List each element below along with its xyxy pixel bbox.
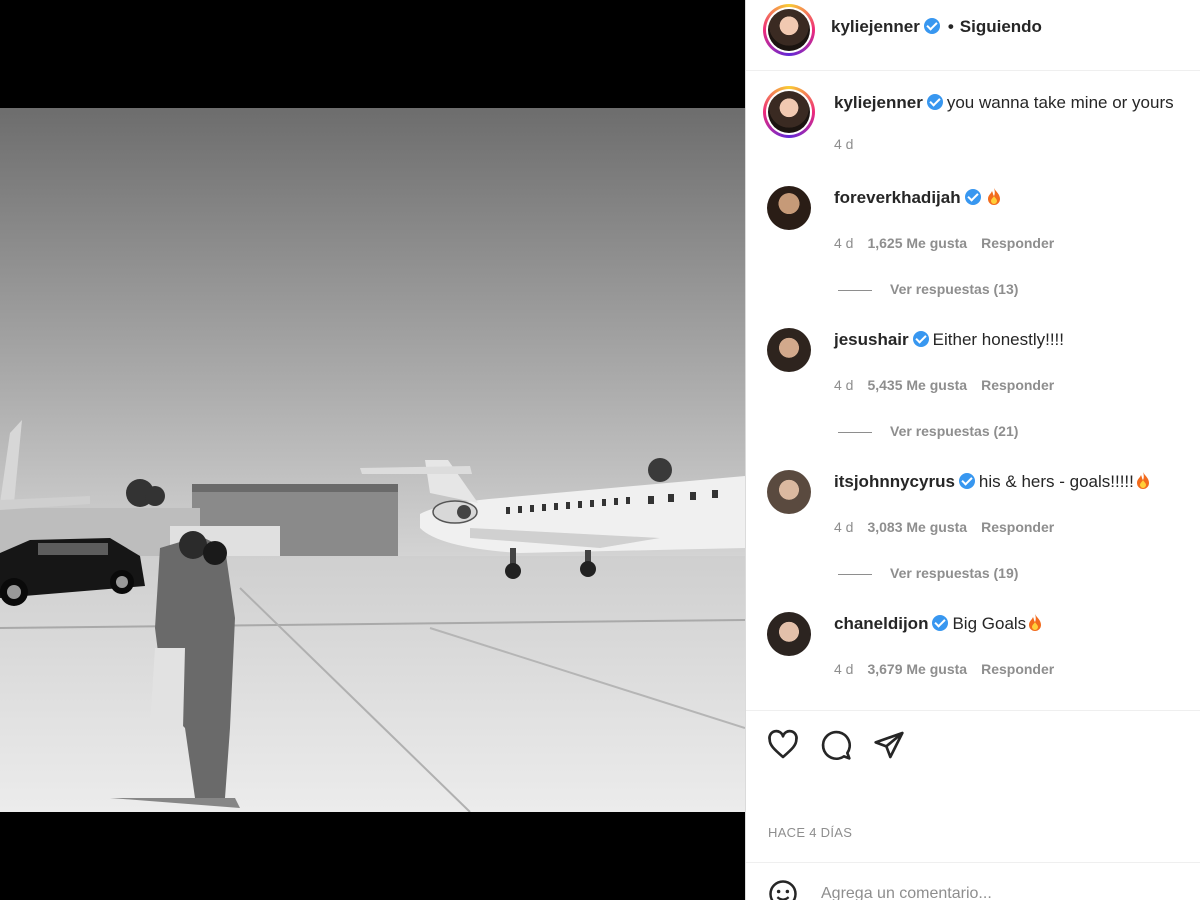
reply-button[interactable]: Responder bbox=[981, 235, 1054, 251]
comment-username[interactable]: chaneldijon bbox=[834, 614, 928, 633]
replies-divider bbox=[838, 573, 872, 575]
comment-likes[interactable]: 3,679 Me gusta bbox=[867, 661, 967, 677]
reply-button[interactable]: Responder bbox=[981, 519, 1054, 535]
comment-time[interactable]: 4 d bbox=[834, 519, 853, 535]
paper-plane-icon[interactable] bbox=[873, 729, 905, 761]
caption-avatar[interactable] bbox=[763, 86, 815, 138]
comment-time[interactable]: 4 d bbox=[834, 661, 853, 677]
comment-line: itsjohnnycyrus his & hers - goals!!!!! bbox=[834, 472, 1150, 492]
comment-text: Big Goals bbox=[952, 614, 1027, 633]
avatar[interactable] bbox=[767, 612, 811, 656]
verified-badge-icon bbox=[926, 94, 943, 110]
view-replies-label: Ver respuestas (13) bbox=[890, 281, 1019, 297]
post-detail-panel: kyliejenner • Siguiendo kyliejenner you wan… bbox=[745, 0, 1200, 900]
comment-likes[interactable]: 3,083 Me gusta bbox=[867, 519, 967, 535]
post-date[interactable]: HACE 4 DÍAS bbox=[768, 825, 852, 840]
comment-text: Either honestly!!!! bbox=[932, 330, 1064, 349]
fire-emoji-icon bbox=[1136, 472, 1149, 489]
comment-text: his & hers - goals!!!!! bbox=[978, 472, 1134, 491]
view-replies-label: Ver respuestas (21) bbox=[890, 423, 1019, 439]
verified-badge-icon bbox=[958, 473, 975, 489]
comment-username[interactable]: jesushair bbox=[834, 330, 909, 349]
avatar[interactable] bbox=[767, 186, 811, 230]
caption-text: you wanna take mine or yours bbox=[946, 93, 1174, 112]
comment-line: foreverkhadijah bbox=[834, 188, 1001, 208]
comment-time[interactable]: 4 d bbox=[834, 377, 853, 393]
view-replies-label: Ver respuestas (19) bbox=[890, 565, 1019, 581]
comment-meta: 4 d 1,625 Me gusta Responder bbox=[834, 235, 1068, 251]
add-comment-input[interactable]: Agrega un comentario... bbox=[821, 885, 992, 900]
author-username[interactable]: kyliejenner bbox=[831, 17, 920, 36]
comment-meta: 4 d 5,435 Me gusta Responder bbox=[834, 377, 1068, 393]
replies-divider bbox=[838, 289, 872, 291]
comment-bubble-icon[interactable] bbox=[820, 729, 852, 761]
comment-username[interactable]: itsjohnnycyrus bbox=[834, 472, 955, 491]
avatar[interactable] bbox=[767, 328, 811, 372]
heart-icon[interactable] bbox=[767, 729, 799, 761]
verified-badge-icon bbox=[932, 615, 949, 631]
comment-meta: 4 d 3,679 Me gusta Responder bbox=[834, 661, 1068, 677]
add-comment-bar: Agrega un comentario... bbox=[746, 862, 1200, 900]
comment-line: chaneldijon Big Goals bbox=[834, 614, 1042, 634]
reply-button[interactable]: Responder bbox=[981, 377, 1054, 393]
view-replies-button[interactable]: Ver respuestas (13) bbox=[838, 281, 1018, 297]
post-media-panel bbox=[0, 0, 745, 900]
post-photo[interactable] bbox=[0, 108, 745, 812]
caption-username[interactable]: kyliejenner bbox=[834, 93, 923, 112]
comment-meta: 4 d 3,083 Me gusta Responder bbox=[834, 519, 1068, 535]
view-replies-button[interactable]: Ver respuestas (21) bbox=[838, 423, 1018, 439]
replies-divider bbox=[838, 431, 872, 433]
fire-emoji-icon bbox=[987, 188, 1000, 205]
caption-time[interactable]: 4 d bbox=[834, 136, 853, 152]
comment-username[interactable]: foreverkhadijah bbox=[834, 188, 961, 207]
fire-emoji-icon bbox=[1029, 614, 1042, 631]
view-replies-button[interactable]: Ver respuestas (19) bbox=[838, 565, 1018, 581]
author-line: kyliejenner • Siguiendo bbox=[831, 17, 1042, 37]
author-avatar[interactable] bbox=[763, 4, 815, 56]
caption-line: kyliejenner you wanna take mine or yours bbox=[834, 93, 1174, 113]
verified-badge-icon bbox=[923, 18, 940, 34]
airport-runway-image bbox=[0, 108, 745, 812]
comment-time[interactable]: 4 d bbox=[834, 235, 853, 251]
comment-likes[interactable]: 5,435 Me gusta bbox=[867, 377, 967, 393]
comment-likes[interactable]: 1,625 Me gusta bbox=[867, 235, 967, 251]
verified-badge-icon bbox=[964, 189, 981, 205]
emoji-icon[interactable] bbox=[768, 879, 798, 900]
follow-status-button[interactable]: Siguiendo bbox=[960, 17, 1042, 36]
actions-divider bbox=[746, 710, 1200, 711]
separator-dot: • bbox=[947, 17, 954, 36]
post-header: kyliejenner • Siguiendo bbox=[746, 0, 1200, 71]
avatar[interactable] bbox=[767, 470, 811, 514]
comment-line: jesushair Either honestly!!!! bbox=[834, 330, 1064, 350]
reply-button[interactable]: Responder bbox=[981, 661, 1054, 677]
verified-badge-icon bbox=[912, 331, 929, 347]
